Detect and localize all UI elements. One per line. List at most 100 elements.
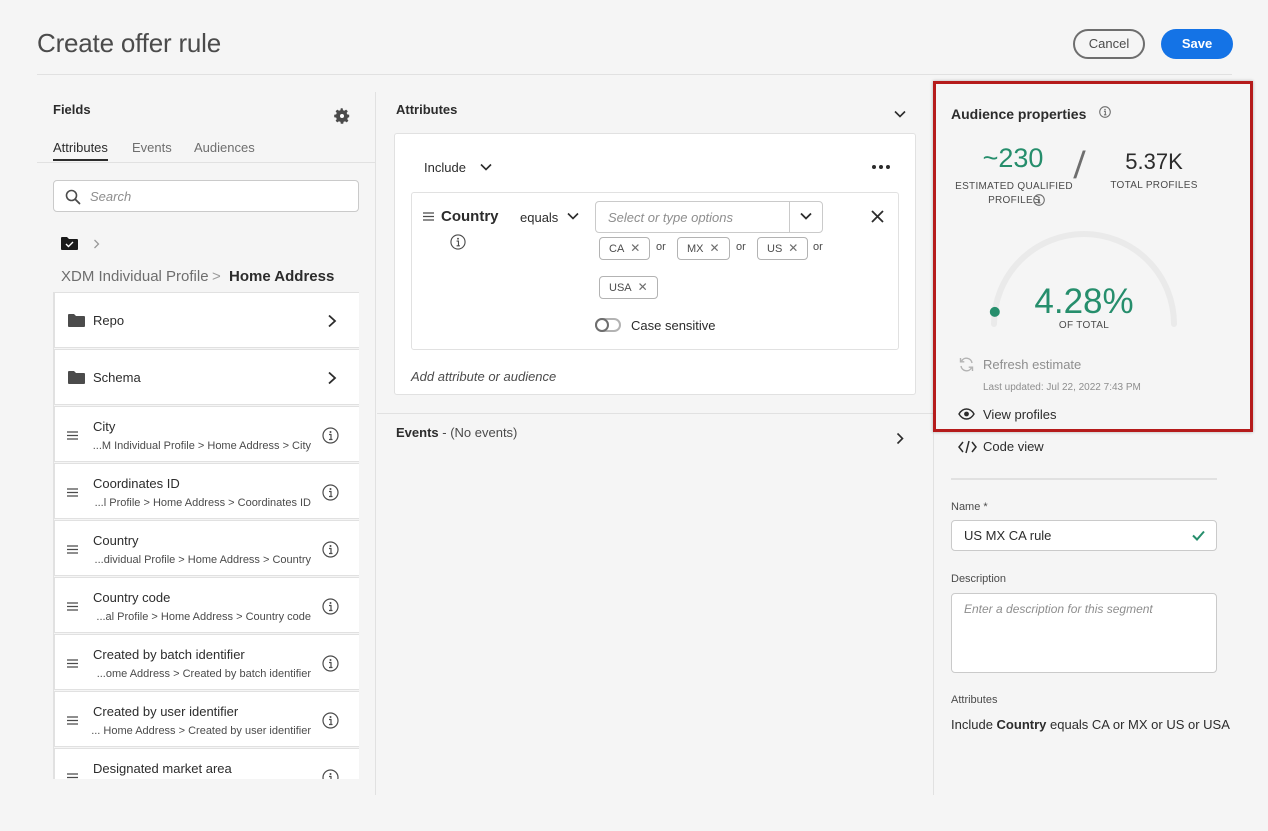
folder-name: Repo <box>93 313 125 328</box>
value-tag: MX ✕ <box>677 237 730 260</box>
code-view-button[interactable]: Code view <box>983 439 1044 454</box>
info-icon[interactable] <box>450 234 466 250</box>
info-icon[interactable] <box>322 484 339 501</box>
attributes-summary-label: Attributes <box>951 694 998 706</box>
condition-attribute: Country <box>441 208 499 225</box>
combobox-toggle-button[interactable] <box>789 201 823 233</box>
tab-audiences[interactable]: Audiences <box>194 140 255 155</box>
close-icon[interactable] <box>871 210 884 223</box>
value-tag-label: MX <box>687 243 704 255</box>
info-icon[interactable] <box>322 541 339 558</box>
events-section-header[interactable]: Events - (No events) <box>396 425 517 440</box>
operator-dropdown[interactable]: equals <box>520 210 558 225</box>
remove-tag-icon[interactable]: ✕ <box>630 241 640 255</box>
folder-item-schema[interactable]: Schema <box>54 349 359 405</box>
name-input[interactable]: US MX CA rule <box>964 528 1051 543</box>
value-tag: USA ✕ <box>599 276 658 299</box>
search-field[interactable]: Search <box>53 180 359 212</box>
drag-handle-icon[interactable] <box>423 212 434 221</box>
field-name: Created by batch identifier <box>93 647 245 662</box>
drag-handle-icon[interactable] <box>67 488 78 497</box>
chevron-down-icon <box>800 212 812 220</box>
drag-handle-icon[interactable] <box>67 431 78 440</box>
remove-tag-icon[interactable]: ✕ <box>788 241 798 255</box>
add-attribute-dropzone[interactable]: Add attribute or audience <box>411 369 556 384</box>
name-field[interactable]: US MX CA rule <box>951 520 1217 551</box>
chevron-right-icon[interactable] <box>896 432 904 445</box>
toggle-knob <box>595 318 609 332</box>
field-name: Created by user identifier <box>93 704 239 719</box>
field-list[interactable]: Repo Schema City ...M Individual Profile… <box>53 292 359 779</box>
tab-attributes[interactable]: Attributes <box>53 140 108 155</box>
or-separator: or <box>736 241 746 253</box>
remove-tag-icon[interactable]: ✕ <box>638 280 648 294</box>
folder-icon <box>68 371 85 384</box>
chevron-right-icon <box>327 314 337 328</box>
summary-attribute: Country <box>996 717 1047 732</box>
field-item-country[interactable]: Country ...dividual Profile > Home Addre… <box>54 520 359 576</box>
description-field[interactable]: Enter a description for this segment <box>951 593 1217 673</box>
tabs-divider <box>37 162 375 163</box>
info-icon[interactable] <box>322 427 339 444</box>
save-button[interactable]: Save <box>1161 29 1233 59</box>
info-icon[interactable] <box>322 598 339 615</box>
value-tag: CA ✕ <box>599 237 651 260</box>
search-input[interactable]: Search <box>90 189 131 204</box>
description-field-label: Description <box>951 573 1007 585</box>
value-tag: US ✕ <box>757 237 809 260</box>
active-tab-indicator <box>53 159 108 161</box>
field-item-coordinates-id[interactable]: Coordinates ID ...l Profile > Home Addre… <box>54 463 359 519</box>
summary-rest: equals CA or MX or US or USA <box>1046 717 1230 732</box>
section-divider <box>377 413 933 414</box>
root-folder-icon[interactable] <box>61 237 78 250</box>
field-item-country-code[interactable]: Country code ...al Profile > Home Addres… <box>54 577 359 633</box>
field-name: Designated market area <box>93 761 232 776</box>
column-divider <box>375 92 376 795</box>
chevron-right-icon <box>93 239 100 249</box>
include-dropdown[interactable]: Include <box>424 160 466 175</box>
section-divider <box>951 478 1217 480</box>
tab-events[interactable]: Events <box>132 140 172 155</box>
breadcrumb-separator: > <box>212 268 221 285</box>
field-path: ...al Profile > Home Address > Country c… <box>96 611 311 623</box>
drag-handle-icon[interactable] <box>67 602 78 611</box>
field-name: Country code <box>93 590 171 605</box>
summary-prefix: Include <box>951 717 997 732</box>
page-title: Create offer rule <box>37 28 221 58</box>
drag-handle-icon[interactable] <box>67 659 78 668</box>
field-item-created-by-batch-identifier[interactable]: Created by batch identifier ...ome Addre… <box>54 634 359 690</box>
field-item-created-by-user-identifier[interactable]: Created by user identifier ... Home Addr… <box>54 691 359 747</box>
description-input[interactable]: Enter a description for this segment <box>964 602 1153 616</box>
breadcrumb-parent[interactable]: XDM Individual Profile <box>61 268 209 285</box>
value-combobox[interactable]: Select or type options <box>595 201 823 233</box>
field-path: ...dividual Profile > Home Address > Cou… <box>94 554 311 566</box>
search-icon <box>65 189 81 205</box>
info-icon[interactable] <box>322 655 339 672</box>
remove-tag-icon[interactable]: ✕ <box>710 241 720 255</box>
chevron-right-icon <box>327 371 337 385</box>
gear-icon[interactable] <box>333 107 351 125</box>
folder-icon <box>68 314 85 327</box>
info-icon[interactable] <box>322 712 339 729</box>
code-icon <box>958 440 977 454</box>
or-separator: or <box>813 241 823 253</box>
drag-handle-icon[interactable] <box>67 773 78 779</box>
value-input[interactable]: Select or type options <box>608 210 733 225</box>
chevron-down-icon[interactable] <box>567 212 579 220</box>
chevron-down-icon[interactable] <box>480 163 492 171</box>
cancel-button[interactable]: Cancel <box>1073 29 1145 59</box>
checkmark-icon <box>1192 530 1205 541</box>
more-options-icon[interactable] <box>872 165 890 169</box>
attributes-summary: Include Country equals CA or MX or US or… <box>951 717 1230 732</box>
folder-item-repo[interactable]: Repo <box>54 292 359 348</box>
drag-handle-icon[interactable] <box>67 545 78 554</box>
value-tag-label: USA <box>609 282 632 294</box>
or-separator: or <box>656 241 666 253</box>
drag-handle-icon[interactable] <box>67 716 78 725</box>
case-sensitive-label: Case sensitive <box>631 318 716 333</box>
field-item-city[interactable]: City ...M Individual Profile > Home Addr… <box>54 406 359 462</box>
events-note: - (No events) <box>438 425 518 440</box>
field-item-designated-market-area[interactable]: Designated market area <box>54 748 359 779</box>
info-icon[interactable] <box>322 769 339 779</box>
chevron-down-icon[interactable] <box>894 110 906 118</box>
